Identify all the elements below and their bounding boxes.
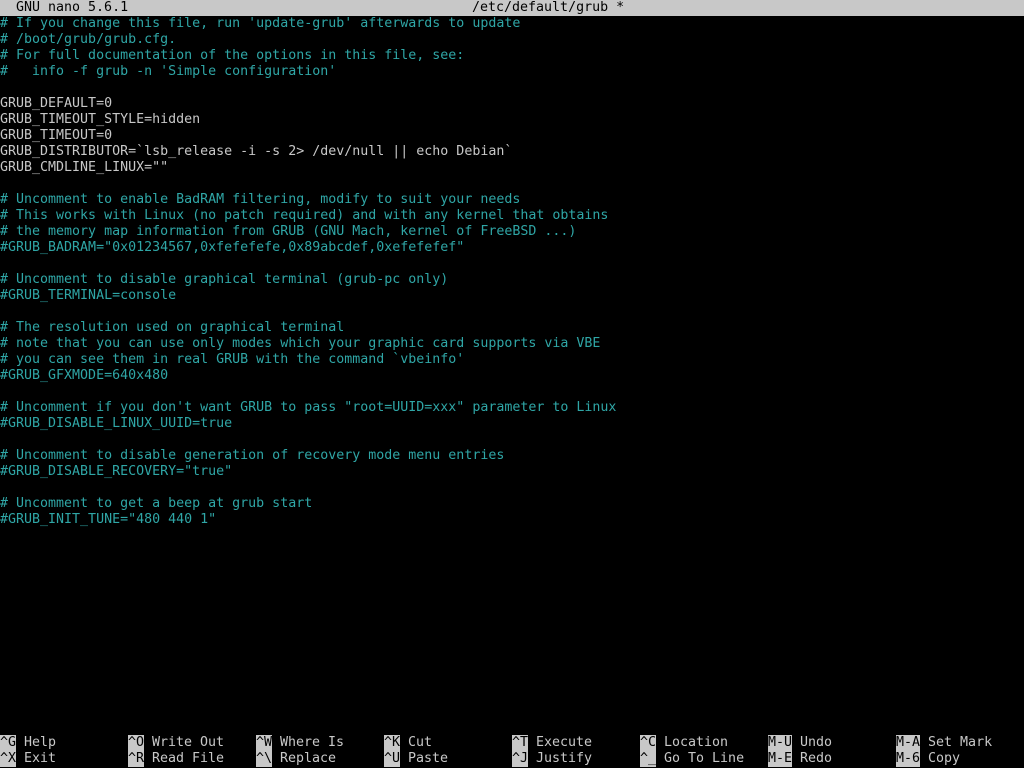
comment-line[interactable]: # Uncomment to disable generation of rec… xyxy=(0,448,1024,464)
editor-area[interactable]: # If you change this file, run 'update-g… xyxy=(0,16,1024,528)
comment-line[interactable]: # Uncomment to disable graphical termina… xyxy=(0,272,1024,288)
shortcut-key: M-6 xyxy=(896,751,921,767)
comment-line[interactable]: #GRUB_DISABLE_LINUX_UUID=true xyxy=(0,416,1024,432)
setting-line[interactable]: GRUB_DEFAULT=0 xyxy=(0,96,1024,112)
app-name: GNU nano 5.6.1 xyxy=(16,0,129,15)
shortcut-label: Replace xyxy=(280,751,337,766)
shortcut-key: M-E xyxy=(768,751,793,767)
shortcut-label: Copy xyxy=(928,751,961,766)
shortcut-label: Justify xyxy=(536,751,593,766)
shortcut-key: ^T xyxy=(512,735,529,751)
blank-line[interactable] xyxy=(0,432,1024,448)
shortcut-where-is[interactable]: ^W Where Is xyxy=(256,735,344,751)
shortcut-key: M-A xyxy=(896,735,921,751)
shortcut-label: Paste xyxy=(408,751,449,766)
shortcut-label: Undo xyxy=(800,735,833,750)
comment-line[interactable]: # The resolution used on graphical termi… xyxy=(0,320,1024,336)
file-path: /etc/default/grub * xyxy=(472,0,625,15)
comment-line[interactable]: # the memory map information from GRUB (… xyxy=(0,224,1024,240)
shortcut-key: ^W xyxy=(256,735,273,751)
shortcut-exit[interactable]: ^X Exit xyxy=(0,751,56,767)
shortcut-label: Read File xyxy=(152,751,225,766)
comment-line[interactable]: # you can see them in real GRUB with the… xyxy=(0,352,1024,368)
blank-line[interactable] xyxy=(0,256,1024,272)
shortcut-label: Location xyxy=(664,735,729,750)
shortcut-undo[interactable]: M-U Undo xyxy=(768,735,832,751)
shortcut-key: ^J xyxy=(512,751,529,767)
shortcut-key: ^R xyxy=(128,751,145,767)
shortcut-set-mark[interactable]: M-A Set Mark xyxy=(896,735,992,751)
comment-line[interactable]: #GRUB_BADRAM="0x01234567,0xfefefefe,0x89… xyxy=(0,240,1024,256)
comment-line[interactable]: # Uncomment if you don't want GRUB to pa… xyxy=(0,400,1024,416)
comment-line[interactable]: # info -f grub -n 'Simple configuration' xyxy=(0,64,1024,80)
setting-line[interactable]: GRUB_CMDLINE_LINUX="" xyxy=(0,160,1024,176)
comment-line[interactable]: # /boot/grub/grub.cfg. xyxy=(0,32,1024,48)
shortcut-label: Go To Line xyxy=(664,751,745,766)
blank-line[interactable] xyxy=(0,384,1024,400)
shortcut-execute[interactable]: ^T Execute xyxy=(512,735,592,751)
shortcut-label: Write Out xyxy=(152,735,225,750)
shortcut-paste[interactable]: ^U Paste xyxy=(384,751,448,767)
shortcut-cut[interactable]: ^K Cut xyxy=(384,735,432,751)
shortcut-write-out[interactable]: ^O Write Out xyxy=(128,735,224,751)
setting-line[interactable]: GRUB_TIMEOUT=0 xyxy=(0,128,1024,144)
shortcut-bar: ^G Help ^X Exit ^O Write Out ^R Read File ^W Wher… xyxy=(0,735,1024,767)
comment-line[interactable]: #GRUB_INIT_TUNE="480 440 1" xyxy=(0,512,1024,528)
title-bar: GNU nano 5.6.1 /etc/default/grub * xyxy=(0,0,1024,16)
comment-line[interactable]: #GRUB_TERMINAL=console xyxy=(0,288,1024,304)
comment-line[interactable]: #GRUB_GFXMODE=640x480 xyxy=(0,368,1024,384)
comment-line[interactable]: # This works with Linux (no patch requir… xyxy=(0,208,1024,224)
comment-line[interactable]: # Uncomment to get a beep at grub start xyxy=(0,496,1024,512)
comment-line[interactable]: # For full documentation of the options … xyxy=(0,48,1024,64)
shortcut-key: M-U xyxy=(768,735,793,751)
shortcut-key: ^C xyxy=(640,735,657,751)
shortcut-help[interactable]: ^G Help xyxy=(0,735,56,751)
shortcut-label: Help xyxy=(24,735,57,750)
shortcut-justify[interactable]: ^J Justify xyxy=(512,751,592,767)
shortcut-key: ^_ xyxy=(640,751,657,767)
shortcut-label: Set Mark xyxy=(928,735,993,750)
shortcut-replace[interactable]: ^\ Replace xyxy=(256,751,336,767)
shortcut-key: ^X xyxy=(0,751,17,767)
shortcut-read-file[interactable]: ^R Read File xyxy=(128,751,224,767)
shortcut-go-to-line[interactable]: ^_ Go To Line xyxy=(640,751,744,767)
blank-line[interactable] xyxy=(0,480,1024,496)
shortcut-label: Execute xyxy=(536,735,593,750)
shortcut-key: ^K xyxy=(384,735,401,751)
shortcut-label: Where Is xyxy=(280,735,345,750)
shortcut-location[interactable]: ^C Location xyxy=(640,735,728,751)
blank-line[interactable] xyxy=(0,80,1024,96)
comment-line[interactable]: # If you change this file, run 'update-g… xyxy=(0,16,1024,32)
setting-line[interactable]: GRUB_TIMEOUT_STYLE=hidden xyxy=(0,112,1024,128)
comment-line[interactable]: # Uncomment to enable BadRAM filtering, … xyxy=(0,192,1024,208)
shortcut-key: ^O xyxy=(128,735,145,751)
blank-line[interactable] xyxy=(0,304,1024,320)
shortcut-key: ^G xyxy=(0,735,17,751)
shortcut-key: ^U xyxy=(384,751,401,767)
shortcut-key: ^\ xyxy=(256,751,273,767)
comment-line[interactable]: #GRUB_DISABLE_RECOVERY="true" xyxy=(0,464,1024,480)
shortcut-label: Cut xyxy=(408,735,433,750)
shortcut-redo[interactable]: M-E Redo xyxy=(768,751,832,767)
shortcut-copy[interactable]: M-6 Copy xyxy=(896,751,960,767)
blank-line[interactable] xyxy=(0,176,1024,192)
shortcut-label: Exit xyxy=(24,751,57,766)
setting-line[interactable]: GRUB_DISTRIBUTOR=`lsb_release -i -s 2> /… xyxy=(0,144,1024,160)
shortcut-label: Redo xyxy=(800,751,833,766)
comment-line[interactable]: # note that you can use only modes which… xyxy=(0,336,1024,352)
